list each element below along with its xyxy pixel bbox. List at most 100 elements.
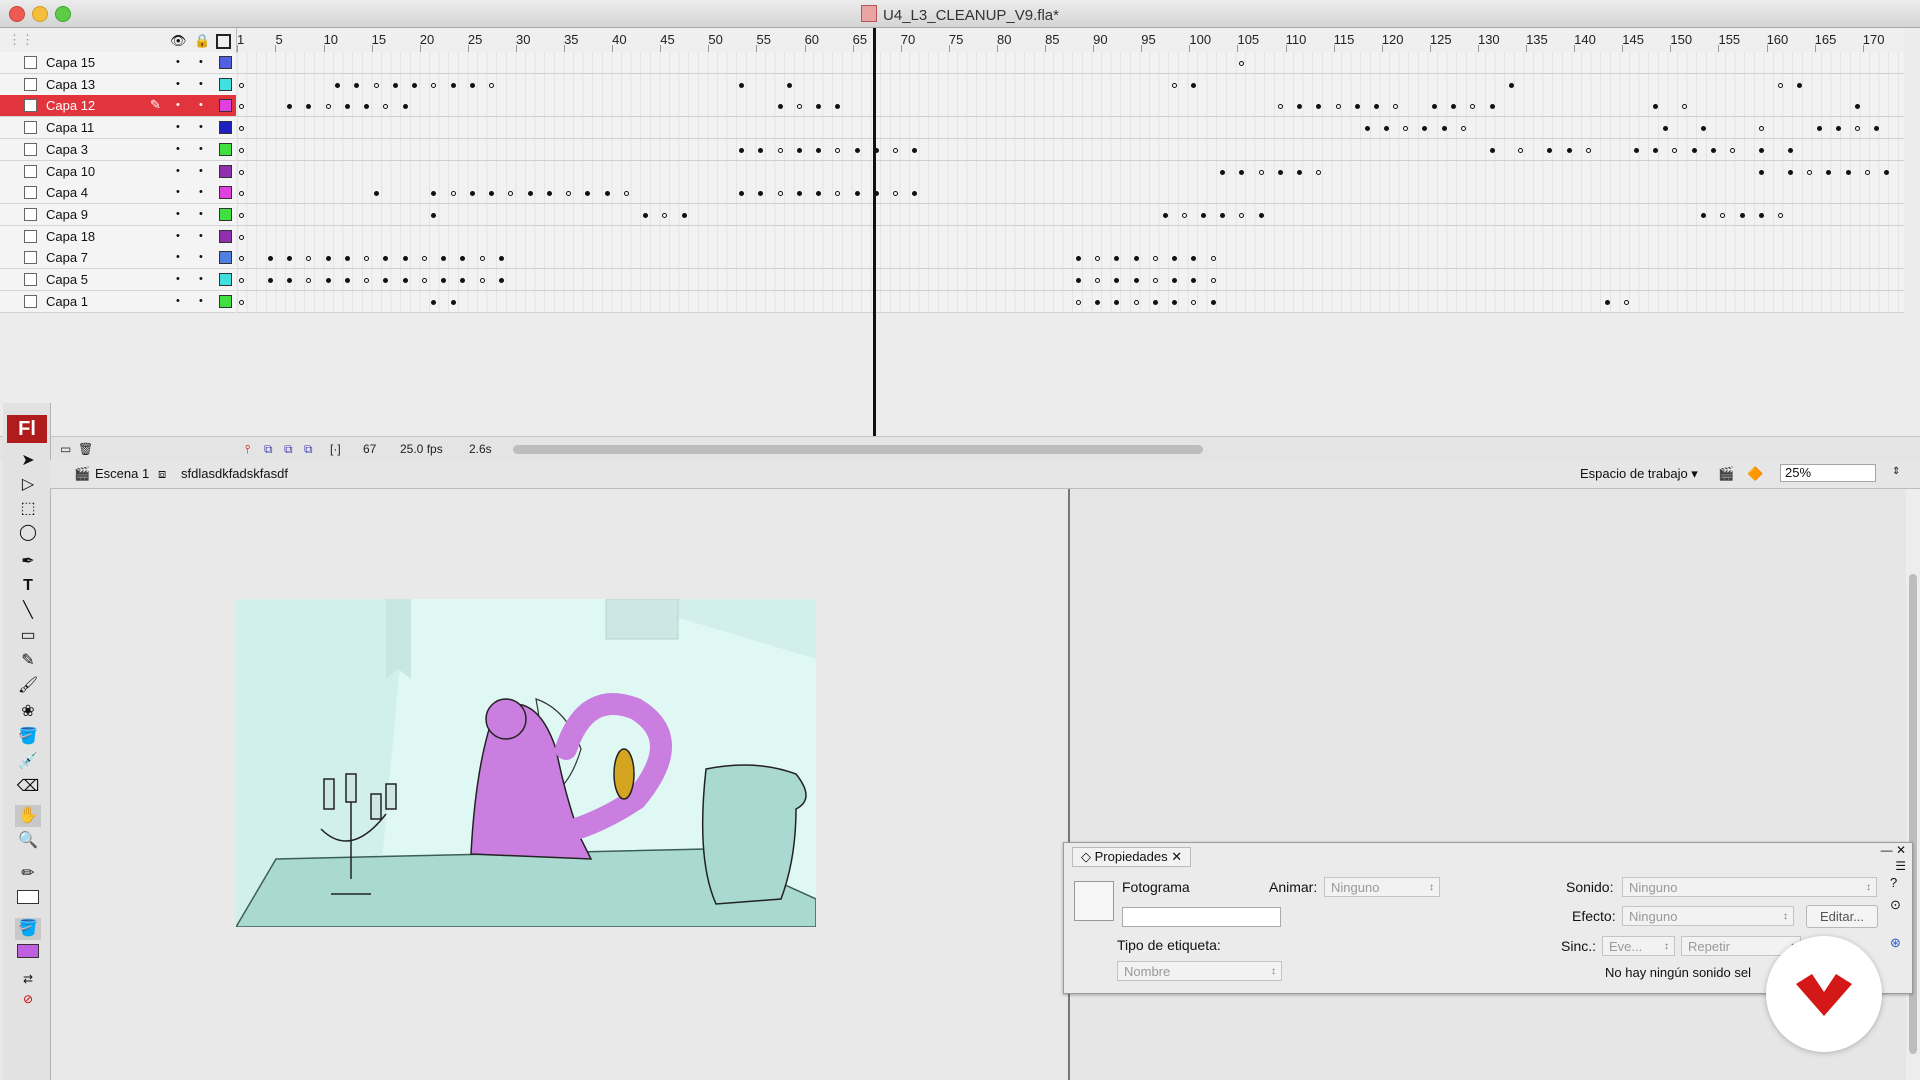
lock-dot-icon[interactable]: •	[199, 165, 203, 177]
hand-tool-icon[interactable]: ✋	[15, 805, 41, 827]
layer-color-swatch[interactable]	[219, 142, 232, 156]
layer-row[interactable]: Capa 1 • •	[0, 290, 236, 313]
keyframe[interactable]	[1201, 212, 1206, 218]
keyframe[interactable]	[1826, 169, 1832, 175]
stroke-color-icon[interactable]: ✏	[15, 863, 41, 885]
keyframe[interactable]	[1316, 104, 1322, 110]
keyframe[interactable]	[1489, 104, 1495, 110]
layer-row[interactable]: Capa 7 • •	[0, 247, 236, 270]
frame-row[interactable]	[237, 160, 1904, 183]
keyframe[interactable]	[1152, 278, 1158, 283]
keyframe[interactable]	[431, 212, 437, 218]
keyframe[interactable]	[1710, 147, 1716, 153]
keyframe[interactable]	[796, 191, 802, 197]
layer-color-swatch[interactable]	[219, 56, 232, 69]
layer-name[interactable]: Capa 10	[46, 164, 95, 179]
pencil-tool-icon[interactable]: ✎	[15, 650, 41, 672]
effect-select[interactable]: Ninguno	[1622, 906, 1794, 927]
keyframe[interactable]	[1364, 126, 1370, 132]
keyframe[interactable]	[835, 104, 841, 110]
keyframe[interactable]	[1662, 126, 1668, 132]
lock-dot-icon[interactable]: •	[199, 230, 203, 242]
frame-row[interactable]	[237, 225, 1904, 248]
new-layer-icon[interactable]: ▭	[60, 442, 71, 456]
keyframe[interactable]	[383, 256, 389, 262]
keyframe[interactable]	[239, 299, 244, 305]
layer-row[interactable]: Capa 15 • •	[0, 52, 236, 74]
keyframe[interactable]	[1162, 212, 1168, 218]
sync-select[interactable]: Eve...	[1602, 936, 1675, 957]
keyframe[interactable]	[1797, 82, 1803, 88]
keyframe[interactable]	[1835, 126, 1841, 132]
fill-swatch[interactable]	[15, 943, 41, 965]
layer-row[interactable]: Capa 18 • •	[0, 225, 236, 248]
panel-menu-icon[interactable]: ☰	[1895, 859, 1906, 873]
keyframe[interactable]	[1095, 278, 1101, 283]
layer-name[interactable]: Capa 12	[46, 98, 95, 113]
keyframe[interactable]	[460, 256, 466, 262]
sound-select[interactable]: Ninguno	[1622, 877, 1877, 898]
keyframe[interactable]	[1845, 169, 1851, 175]
keyframe[interactable]	[1316, 169, 1322, 175]
keyframe[interactable]	[1133, 256, 1139, 262]
visibility-dot-icon[interactable]: •	[176, 99, 180, 111]
keyframe[interactable]	[1383, 126, 1389, 132]
layer-name[interactable]: Capa 9	[46, 207, 88, 222]
fill-color-icon[interactable]: 🪣	[15, 918, 41, 940]
keyframe[interactable]	[623, 191, 629, 197]
frame-row[interactable]	[237, 52, 1904, 74]
layer-row[interactable]: Capa 4 • •	[0, 182, 236, 205]
keyframe[interactable]	[1758, 169, 1764, 175]
keyframe[interactable]	[1508, 82, 1514, 88]
keyframe[interactable]	[893, 191, 899, 197]
keyframe[interactable]	[796, 104, 802, 110]
no-color-icon[interactable]: ⊘	[15, 988, 41, 1010]
keyframe[interactable]	[816, 104, 822, 110]
keyframe[interactable]	[287, 104, 293, 110]
breadcrumb-scene[interactable]: Escena 1	[95, 466, 149, 481]
keyframe[interactable]	[816, 191, 822, 197]
onion-skin-icon[interactable]: ⧉	[264, 442, 273, 457]
keyframe[interactable]	[796, 147, 802, 153]
breadcrumb-symbol[interactable]: sfdlasdkfadskfasdf	[181, 466, 288, 481]
close-tab-icon[interactable]: ✕	[1171, 849, 1182, 864]
layer-color-swatch[interactable]	[219, 99, 232, 113]
keyframe[interactable]	[777, 104, 783, 110]
eyedropper-tool-icon[interactable]: 💉	[15, 751, 41, 773]
lock-dot-icon[interactable]: •	[199, 143, 203, 155]
keyframe[interactable]	[643, 212, 649, 218]
keyframe[interactable]	[1884, 169, 1890, 175]
free-transform-tool-icon[interactable]: ⬚	[15, 498, 41, 520]
visibility-dot-icon[interactable]: •	[176, 186, 180, 198]
layer-name[interactable]: Capa 7	[46, 250, 88, 265]
keyframe[interactable]	[1758, 147, 1764, 153]
keyframe[interactable]	[1191, 82, 1197, 88]
lock-dot-icon[interactable]: •	[199, 251, 203, 263]
layer-color-swatch[interactable]	[219, 273, 232, 286]
keyframe[interactable]	[239, 104, 244, 110]
keyframe[interactable]	[1864, 169, 1870, 175]
keyframe[interactable]	[469, 82, 475, 88]
keyframe[interactable]	[383, 278, 389, 283]
keyframe[interactable]	[1297, 169, 1303, 175]
eye-icon[interactable]: 👁	[170, 33, 187, 49]
frame-name-input[interactable]	[1122, 907, 1281, 927]
layer-name[interactable]: Capa 18	[46, 229, 95, 244]
keyframe[interactable]	[1393, 104, 1399, 110]
timeline-scrollbar[interactable]	[513, 445, 1203, 454]
keyframe[interactable]	[1701, 126, 1707, 132]
frame-row[interactable]	[237, 117, 1904, 140]
keyframe[interactable]	[1133, 278, 1139, 283]
keyframe[interactable]	[239, 147, 244, 153]
text-tool-icon[interactable]: T	[15, 575, 41, 597]
layer-row[interactable]: Capa 5 • •	[0, 269, 236, 291]
keyframe[interactable]	[239, 169, 244, 175]
frame-row[interactable]	[237, 247, 1904, 270]
layer-row[interactable]: Capa 11 • •	[0, 117, 236, 140]
lock-dot-icon[interactable]: •	[199, 208, 203, 220]
layer-name[interactable]: Capa 3	[46, 142, 88, 157]
layer-color-swatch[interactable]	[219, 77, 232, 91]
visibility-dot-icon[interactable]: •	[176, 78, 180, 90]
layer-name[interactable]: Capa 1	[46, 294, 88, 309]
keyframe[interactable]	[1114, 256, 1120, 262]
